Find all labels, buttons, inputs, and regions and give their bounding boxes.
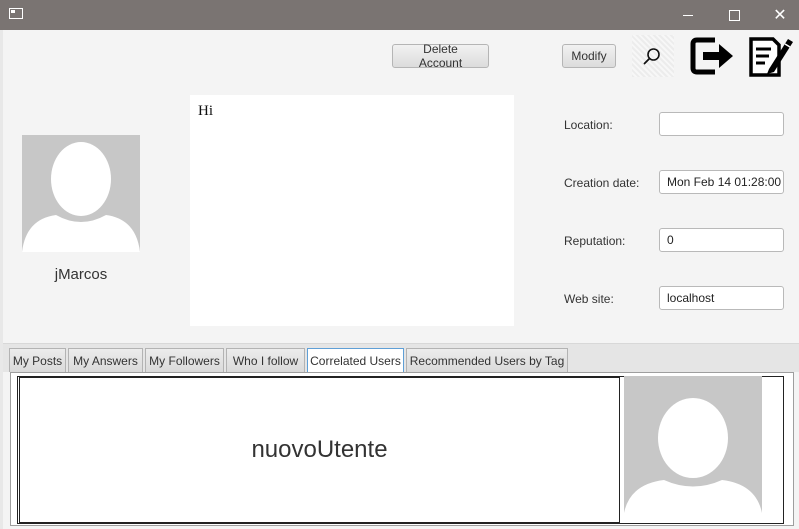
creation-date-field[interactable]: Mon Feb 14 01:28:00 [659,170,784,194]
creation-date-label: Creation date: [564,176,640,190]
maximize-button[interactable] [711,0,757,30]
tab-recommended-users-by-tag[interactable]: Recommended Users by Tag [406,348,568,372]
location-field[interactable] [659,112,784,136]
profile-username: jMarcos [54,266,108,283]
reputation-field[interactable]: 0 [659,228,784,252]
window-left-edge [0,30,3,529]
edit-profile-button[interactable] [747,33,793,79]
search-button[interactable] [632,35,674,77]
tab-correlated-users[interactable]: Correlated Users [307,348,404,373]
correlated-user-avatar [624,376,762,513]
edit-icon [749,37,793,77]
app-icon [9,8,23,19]
avatar-icon [624,398,762,513]
tab-who-i-follow[interactable]: Who I follow [226,348,305,372]
web-site-label: Web site: [564,292,614,306]
logout-icon [690,37,733,75]
logout-button[interactable] [689,33,735,79]
web-site-field[interactable]: localhost [659,286,784,310]
modify-button[interactable]: Modify [562,44,616,68]
avatar-icon [22,142,140,252]
profile-avatar [22,135,140,252]
tab-my-answers[interactable]: My Answers [68,348,143,372]
tab-my-followers[interactable]: My Followers [145,348,224,372]
close-icon: ✕ [773,7,787,24]
window-titlebar: ✕ [0,0,799,30]
minimize-icon [683,14,693,16]
bio-text-area[interactable]: Hi [190,95,514,326]
location-label: Location: [564,118,613,132]
minimize-button[interactable] [665,0,711,30]
search-icon [643,48,660,65]
close-button[interactable]: ✕ [757,0,799,30]
tab-strip: My Posts My Answers My Followers Who I f… [3,343,799,373]
maximize-icon [728,9,740,21]
delete-account-button[interactable]: Delete Account [392,42,489,70]
correlated-user-name[interactable]: nuovoUtente [19,377,620,523]
reputation-label: Reputation: [564,234,626,248]
tab-my-posts[interactable]: My Posts [9,348,66,372]
